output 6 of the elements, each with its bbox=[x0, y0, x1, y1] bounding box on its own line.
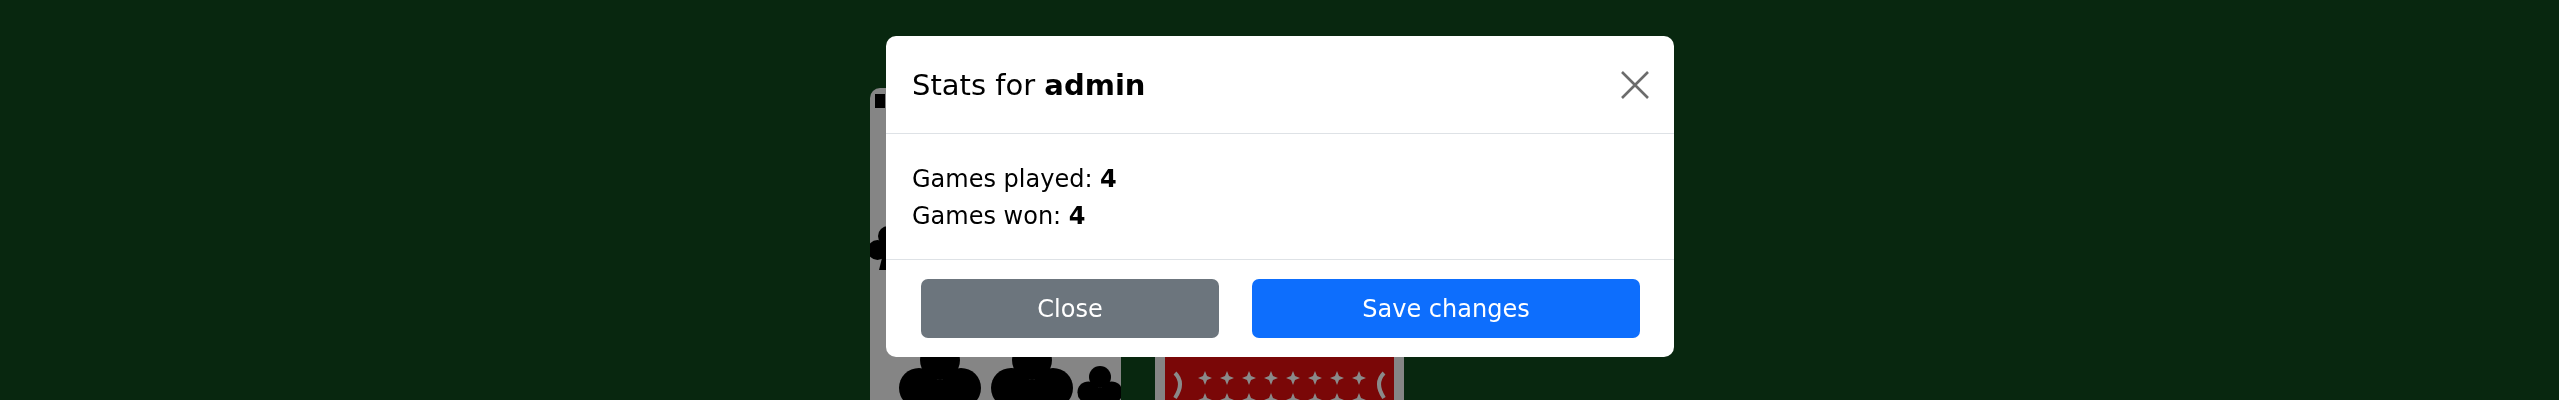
close-button[interactable]: Close bbox=[921, 279, 1219, 338]
stat-line: Games played: 4 bbox=[912, 164, 1117, 195]
close-icon[interactable] bbox=[1620, 69, 1650, 100]
dialog-title: Stats for admin bbox=[912, 67, 1146, 102]
save-button[interactable]: Save changes bbox=[1252, 279, 1640, 338]
stat-line: Games won: 4 bbox=[912, 201, 1086, 232]
